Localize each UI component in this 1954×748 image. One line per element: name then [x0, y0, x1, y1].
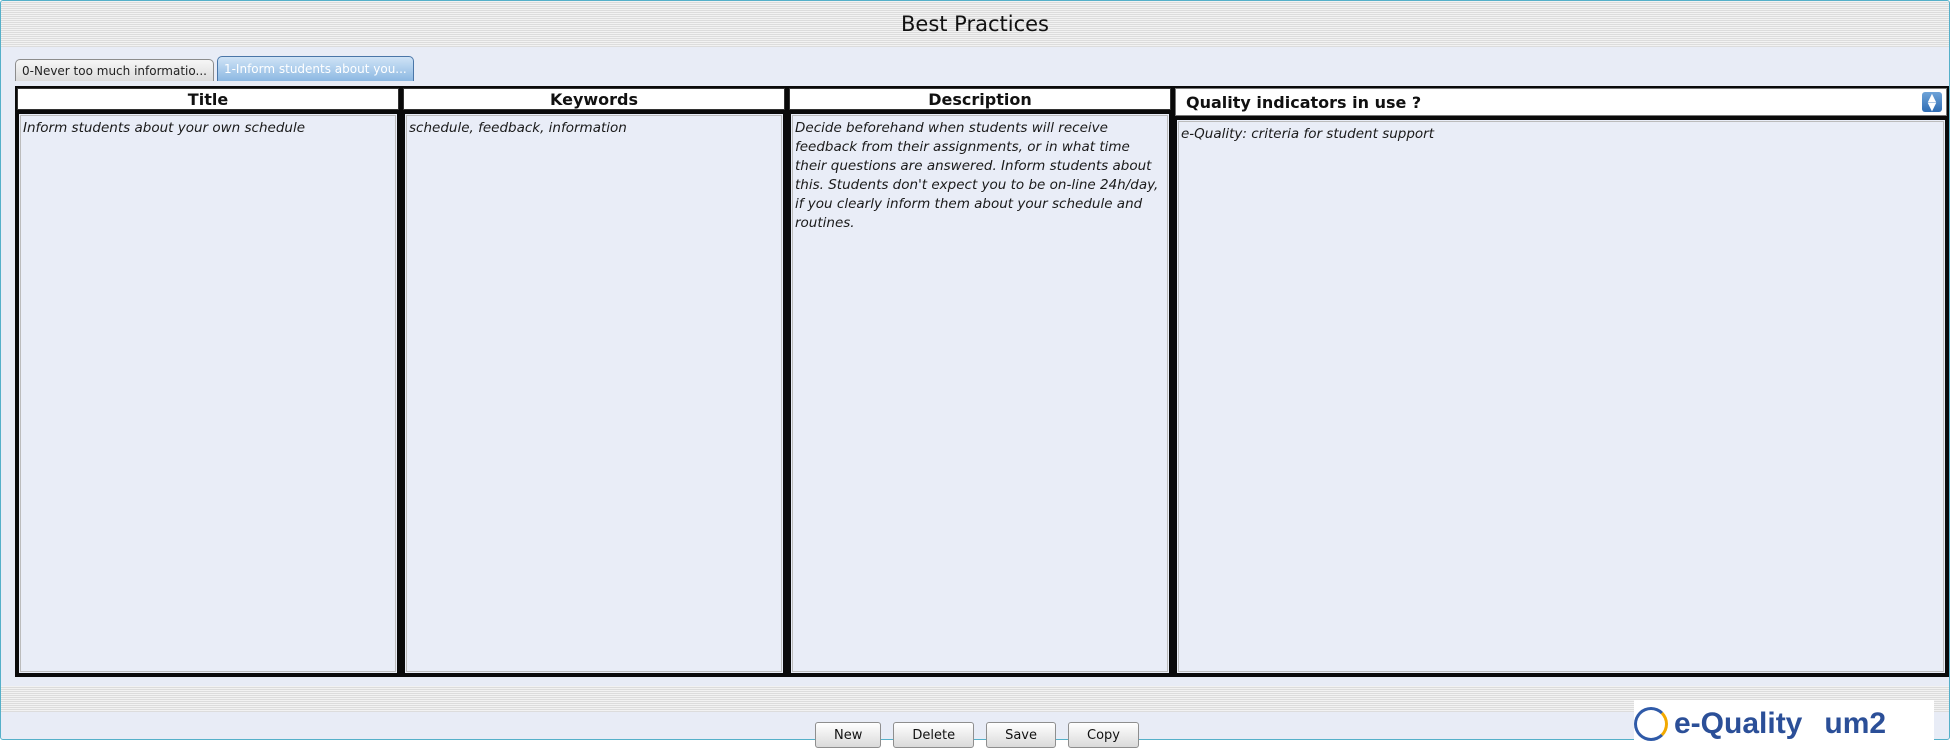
quality-indicators-list[interactable]: e-Quality: criteria for student support: [1175, 118, 1947, 675]
e-quality-logo-icon: [1634, 706, 1668, 741]
app-window: Best Practices 0-Never too much informat…: [0, 0, 1950, 740]
practice-grid: Title Inform students about your own sch…: [15, 86, 1949, 677]
keywords-field[interactable]: schedule, feedback, information: [403, 112, 785, 675]
quality-indicators-select[interactable]: Quality indicators in use ? ▲ ▼: [1175, 88, 1947, 116]
quality-indicators-select-label: Quality indicators in use ?: [1186, 92, 1422, 112]
um2-logo-text: um2: [1824, 706, 1887, 740]
e-quality-logo-text: e-Quality: [1674, 706, 1803, 740]
title-field[interactable]: Inform students about your own schedule: [17, 112, 399, 675]
logo-area: e-Quality um2: [1634, 700, 1934, 747]
tab-inform-students[interactable]: 1-Inform students about you...: [216, 56, 414, 81]
header-bar: Best Practices: [1, 1, 1949, 47]
description-field[interactable]: Decide beforehand when students will rec…: [789, 112, 1171, 675]
keywords-column-header: Keywords: [403, 88, 785, 110]
tab-never-too-much-information[interactable]: 0-Never too much informatio...: [15, 59, 214, 81]
updown-arrows-icon[interactable]: ▲ ▼: [1922, 92, 1942, 112]
new-button[interactable]: New: [815, 722, 882, 748]
save-button[interactable]: Save: [986, 722, 1056, 748]
tab-bar: 0-Never too much informatio... 1-Inform …: [15, 56, 417, 81]
title-column-header: Title: [17, 88, 399, 110]
description-column-header: Description: [789, 88, 1171, 110]
page-title: Best Practices: [901, 12, 1049, 36]
copy-button[interactable]: Copy: [1068, 722, 1139, 748]
delete-button[interactable]: Delete: [893, 722, 975, 748]
